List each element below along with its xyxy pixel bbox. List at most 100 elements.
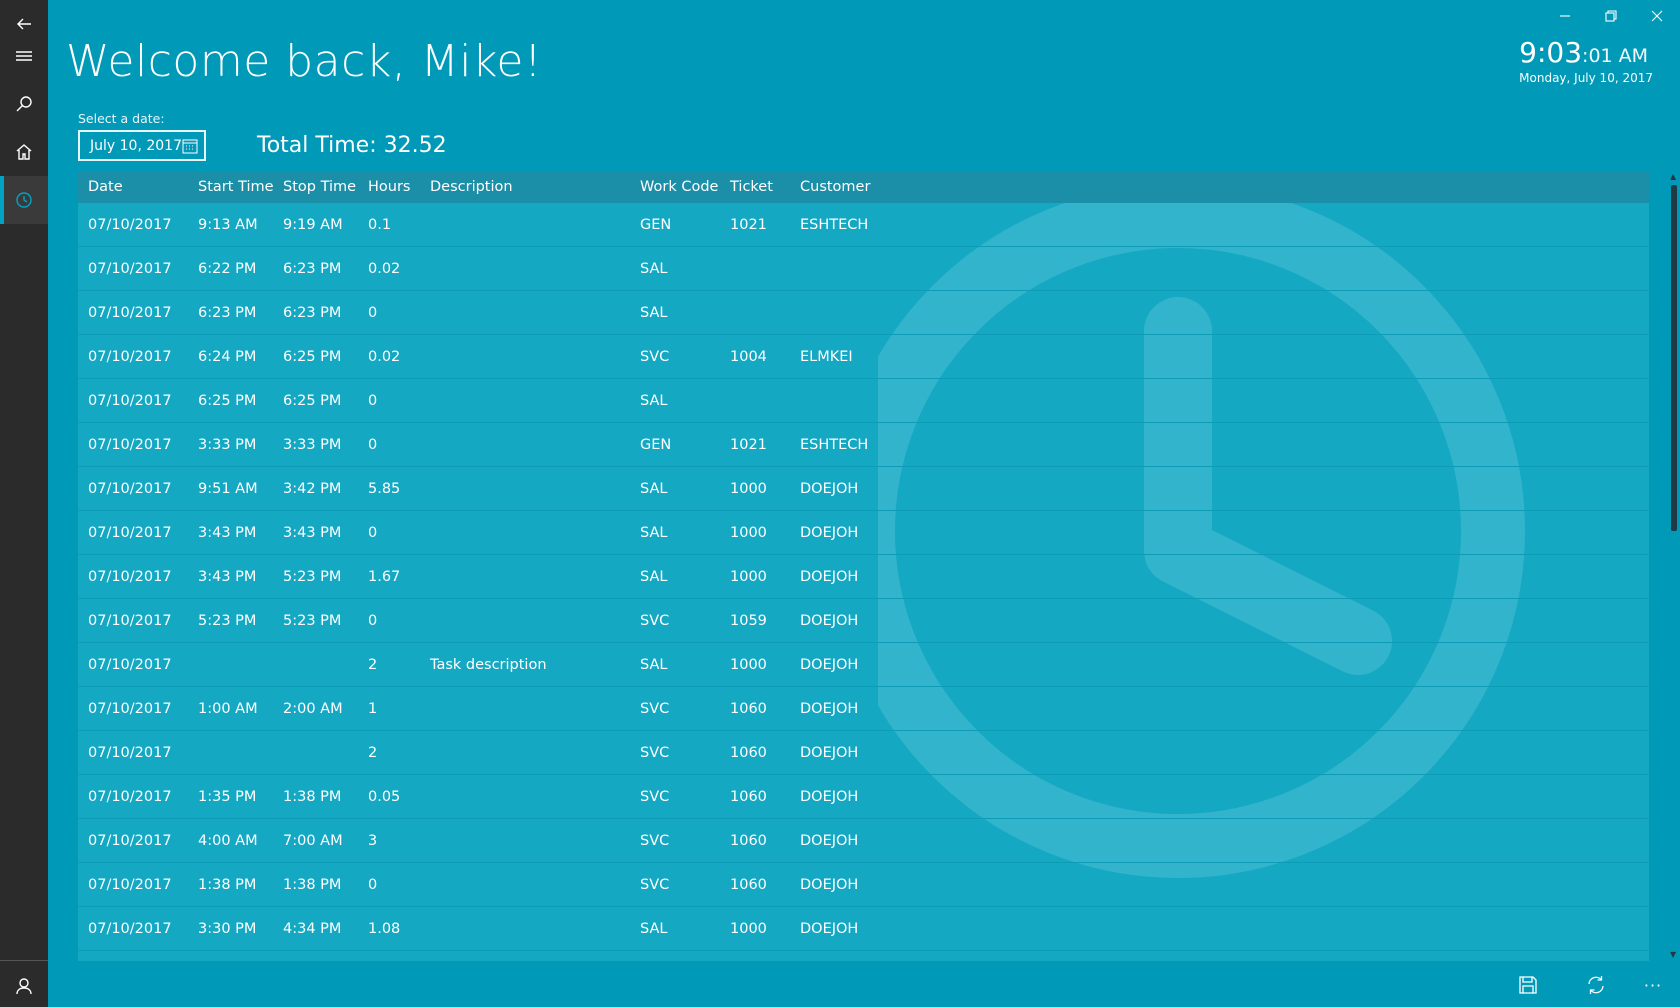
table-row[interactable]: 07/10/2017 4:00 AM 7:00 AM 3 SVC 1060 DOEJOH xyxy=(78,819,1649,863)
table-row[interactable]: 07/10/2017 6:23 PM 6:23 PM 0 SAL xyxy=(78,291,1649,335)
home-icon xyxy=(16,144,32,160)
cell-customer: ESHTECH xyxy=(800,216,869,233)
home-button[interactable] xyxy=(0,128,48,176)
cell-work-code: SAL xyxy=(640,656,668,673)
cell-date: 07/10/2017 xyxy=(88,920,172,937)
cell-hours: 2 xyxy=(368,744,378,761)
cell-date: 07/10/2017 xyxy=(88,392,172,409)
cell-ticket: 1060 xyxy=(730,876,767,893)
table-row[interactable]: 07/10/2017 3:30 PM 4:34 PM 1.08 SAL 1000 DOEJO… xyxy=(78,907,1649,951)
cell-hours: 0.02 xyxy=(368,348,401,365)
table-row[interactable]: 07/10/2017 9:51 AM 3:42 PM 5.85 SAL 1000 DOEJO… xyxy=(78,467,1649,511)
cell-ticket: 1000 xyxy=(730,656,767,673)
sync-button[interactable] xyxy=(1576,969,1616,1001)
hamburger-menu-button[interactable] xyxy=(0,32,48,80)
cell-customer: DOEJOH xyxy=(800,744,859,761)
cell-work-code: GEN xyxy=(640,216,672,233)
cell-hours: 0.02 xyxy=(368,260,401,277)
column-header-start-time[interactable]: Start Time xyxy=(198,179,274,195)
cell-customer: DOEJOH xyxy=(800,480,859,497)
cell-date: 07/10/2017 xyxy=(88,832,172,849)
save-icon xyxy=(1519,976,1537,994)
cell-work-code: SAL xyxy=(640,260,668,277)
column-header-customer[interactable]: Customer xyxy=(800,179,870,195)
scroll-thumb[interactable] xyxy=(1671,185,1677,531)
cell-ticket: 1060 xyxy=(730,700,767,717)
cell-ticket: 1000 xyxy=(730,480,767,497)
cell-work-code: SVC xyxy=(640,876,670,893)
save-button[interactable] xyxy=(1508,969,1548,1001)
hamburger-icon xyxy=(16,51,32,61)
account-button[interactable] xyxy=(0,962,48,1007)
cell-customer: DOEJOH xyxy=(800,876,859,893)
cell-work-code: SVC xyxy=(640,744,670,761)
restore-button[interactable] xyxy=(1588,0,1634,32)
cell-date: 07/10/2017 xyxy=(88,260,172,277)
scroll-up-arrow-icon[interactable]: ▲ xyxy=(1670,173,1678,181)
cell-ticket: 1021 xyxy=(730,436,767,453)
cell-ticket: 1000 xyxy=(730,920,767,937)
cell-stop-time: 6:25 PM xyxy=(283,348,342,365)
history-button[interactable] xyxy=(0,176,48,224)
table-row[interactable]: 07/10/2017 2 Task description SAL 1000 DOEJOH xyxy=(78,643,1649,687)
sidebar-divider xyxy=(0,960,48,961)
cell-ticket: 1021 xyxy=(730,216,767,233)
cell-stop-time: 3:33 PM xyxy=(283,436,342,453)
cell-description: Task description xyxy=(430,656,547,673)
cell-ticket: 1060 xyxy=(730,832,767,849)
user-icon xyxy=(16,978,32,995)
date-picker[interactable]: July 10, 2017 xyxy=(78,130,206,161)
cell-date: 07/10/2017 xyxy=(88,612,172,629)
minimize-icon xyxy=(1560,15,1570,17)
minimize-button[interactable] xyxy=(1542,0,1588,32)
column-header-stop-time[interactable]: Stop Time xyxy=(283,179,356,195)
cell-hours: 0 xyxy=(368,392,378,409)
cell-work-code: SAL xyxy=(640,524,668,541)
cell-stop-time: 6:25 PM xyxy=(283,392,342,409)
table-row[interactable]: 07/10/2017 6:24 PM 6:25 PM 0.02 SVC 1004 ELMKE… xyxy=(78,335,1649,379)
cell-date: 07/10/2017 xyxy=(88,700,172,717)
table-row[interactable]: 07/10/2017 2 SVC 1060 DOEJOH xyxy=(78,731,1649,775)
cell-hours: 1.67 xyxy=(368,568,401,585)
column-header-description[interactable]: Description xyxy=(430,179,513,195)
cell-work-code: SAL xyxy=(640,920,668,937)
cell-stop-time: 2:00 AM xyxy=(283,700,343,717)
cell-date: 07/10/2017 xyxy=(88,656,172,673)
cell-date: 07/10/2017 xyxy=(88,304,172,321)
cell-customer: ESHTECH xyxy=(800,436,869,453)
cell-start-time: 3:43 PM xyxy=(198,524,257,541)
cell-work-code: SAL xyxy=(640,304,668,321)
column-header-ticket[interactable]: Ticket xyxy=(730,179,773,195)
cell-stop-time: 6:23 PM xyxy=(283,304,342,321)
cell-hours: 2 xyxy=(368,656,378,673)
table-scrollbar[interactable]: ▲ ▼ xyxy=(1668,171,1680,961)
cell-start-time: 1:38 PM xyxy=(198,876,257,893)
cell-ticket: 1004 xyxy=(730,348,767,365)
column-header-hours[interactable]: Hours xyxy=(368,179,410,195)
search-button[interactable] xyxy=(0,80,48,128)
table-row[interactable]: 07/10/2017 1:35 PM 1:38 PM 0.05 SVC 1060 DOEJO… xyxy=(78,775,1649,819)
clock-hours-minutes: 9:03 xyxy=(1519,36,1583,69)
cell-customer: DOEJOH xyxy=(800,700,859,717)
table-row[interactable]: 07/10/2017 3:43 PM 3:43 PM 0 SAL 1000 DOEJOH xyxy=(78,511,1649,555)
more-options-button[interactable]: ··· xyxy=(1638,969,1668,1001)
cell-stop-time: 1:38 PM xyxy=(283,788,342,805)
cell-stop-time: 3:43 PM xyxy=(283,524,342,541)
scroll-down-arrow-icon[interactable]: ▼ xyxy=(1670,951,1678,959)
table-row[interactable]: 07/10/2017 9:13 AM 9:19 AM 0.1 GEN 1021 ESHTEC… xyxy=(78,203,1649,247)
table-row[interactable]: 07/10/2017 1:00 AM 2:00 AM 1 SVC 1060 DOEJOH xyxy=(78,687,1649,731)
cell-date: 07/10/2017 xyxy=(88,744,172,761)
table-row[interactable]: 07/10/2017 3:43 PM 5:23 PM 1.67 SAL 1000 DOEJO… xyxy=(78,555,1649,599)
table-row[interactable]: 07/10/2017 1:38 PM 1:38 PM 0 SVC 1060 DOEJOH xyxy=(78,863,1649,907)
table-row[interactable]: 07/10/2017 6:25 PM 6:25 PM 0 SAL xyxy=(78,379,1649,423)
close-button[interactable] xyxy=(1634,0,1680,32)
column-header-work-code[interactable]: Work Code xyxy=(640,179,718,195)
table-row[interactable]: 07/10/2017 6:22 PM 6:23 PM 0.02 SAL xyxy=(78,247,1649,291)
clock-history-icon xyxy=(16,192,32,208)
table-row[interactable]: 07/10/2017 3:33 PM 3:33 PM 0 GEN 1021 ESHTECH xyxy=(78,423,1649,467)
back-arrow-icon xyxy=(17,18,31,30)
table-row[interactable]: 07/10/2017 5:23 PM 5:23 PM 0 SVC 1059 DOEJOH xyxy=(78,599,1649,643)
cell-start-time: 3:30 PM xyxy=(198,920,257,937)
cell-start-time: 9:51 AM xyxy=(198,480,258,497)
column-header-date[interactable]: Date xyxy=(88,179,123,195)
